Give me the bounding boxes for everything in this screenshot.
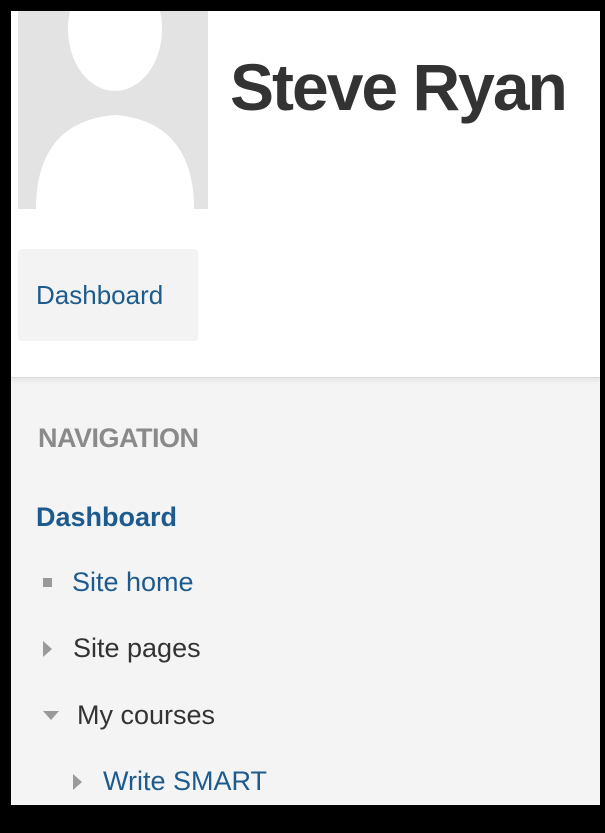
dashboard-button[interactable]: Dashboard [18, 249, 198, 341]
nav-item-site-home[interactable]: Site home [43, 567, 194, 598]
nav-item-label: Site pages [73, 633, 201, 663]
nav-item-label: Write SMART [103, 766, 268, 796]
nav-item-label: Dashboard [36, 502, 178, 532]
navigation-heading: NAVIGATION [38, 423, 199, 453]
caret-right-icon[interactable] [43, 640, 52, 657]
nav-item-label: My courses [77, 700, 216, 730]
nav-item-my-courses[interactable]: My courses [41, 700, 215, 731]
nav-item-site-pages[interactable]: Site pages [43, 633, 201, 664]
caret-right-icon[interactable] [73, 773, 82, 790]
page-header: Steve Ryan Dashboard [11, 11, 600, 378]
caret-down-icon[interactable] [43, 711, 59, 720]
nav-item-label: Site home [72, 567, 194, 597]
nav-item-dashboard[interactable]: Dashboard [36, 502, 177, 533]
page-frame: Steve Ryan Dashboard NAVIGATION Dashboar… [0, 0, 605, 833]
nav-item-write-smart[interactable]: Write SMART [73, 766, 267, 797]
user-avatar[interactable] [18, 11, 208, 209]
user-name-heading: Steve Ryan [230, 50, 568, 124]
avatar-silhouette-icon [18, 11, 208, 209]
bullet-icon [43, 578, 52, 587]
